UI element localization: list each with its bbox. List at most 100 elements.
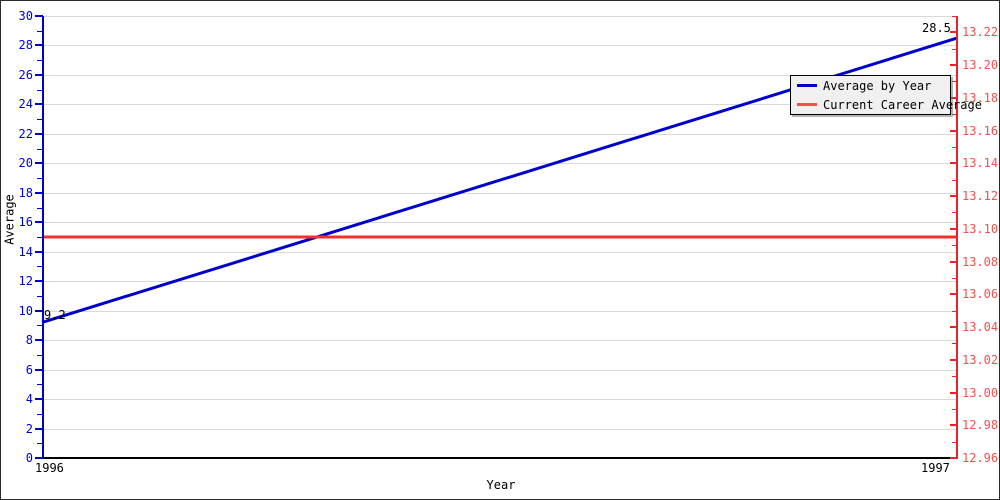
left-axis-minor-tick (37, 207, 43, 209)
gridline (42, 192, 957, 194)
legend-item-current-career-average[interactable]: Current Career Average (791, 95, 982, 114)
left-axis-tick-mark (35, 250, 43, 253)
left-axis-tick-mark (35, 457, 43, 459)
right-axis-tick-label: 13.10 (962, 221, 999, 236)
x-axis-tick-label: 1997 (921, 461, 950, 475)
gridline (42, 281, 957, 283)
left-axis-tick-label: 2 (25, 421, 33, 436)
right-axis-minor-tick (952, 114, 958, 116)
right-axis-tick-mark (950, 129, 958, 132)
left-axis-minor-tick (37, 354, 43, 356)
left-axis-tick-mark (35, 15, 43, 17)
gridline (42, 133, 957, 135)
left-axis-tick-mark (35, 103, 43, 106)
left-axis-tick-label: 0 (25, 451, 33, 465)
gridline (42, 45, 957, 47)
right-axis-tick-label: 13.20 (962, 58, 999, 73)
right-axis-minor-tick (952, 343, 958, 345)
left-axis-tick-label: 26 (18, 67, 33, 82)
data-point-label: 9.2 (44, 308, 66, 323)
right-axis-tick-mark (950, 31, 958, 34)
right-axis-tick-label: 13.06 (962, 287, 999, 302)
right-axis-minor-tick (952, 48, 958, 50)
gridline (42, 310, 957, 312)
right-axis-minor-tick (952, 408, 958, 410)
left-axis-minor-tick (37, 178, 43, 180)
legend-color-swatch-red (797, 103, 817, 106)
left-axis-minor-tick (37, 60, 43, 62)
right-axis-tick-mark (950, 457, 958, 459)
left-axis-tick-mark (35, 44, 43, 47)
right-axis-minor-tick (952, 376, 958, 378)
right-axis-tick-mark (950, 195, 958, 198)
gridline (42, 428, 957, 430)
chart-container: 30 28 26 24 22 20 18 16 14 12 10 8 6 4 2 0 13.22 13.20 13… (0, 0, 1000, 500)
left-axis-tick-mark (35, 132, 43, 135)
left-axis-tick-label: 24 (18, 97, 33, 112)
x-axis-tick-label: 1996 (35, 461, 64, 475)
left-axis-tick-label: 18 (18, 185, 33, 200)
right-axis-tick-label: 13.04 (962, 320, 999, 335)
right-axis-tick-mark (950, 162, 958, 165)
legend-item-average-by-year[interactable]: Average by Year (791, 76, 950, 95)
legend[interactable]: Average by Year Current Career Average (790, 75, 982, 115)
left-axis-tick-mark (35, 398, 43, 401)
left-axis-tick-mark (35, 427, 43, 430)
left-axis-minor-tick (37, 384, 43, 386)
x-axis-title: Year (486, 478, 516, 492)
left-axis-tick-mark (35, 280, 43, 283)
right-axis-tick-mark (950, 326, 958, 329)
gridline (42, 369, 957, 371)
legend-label-average-by-year: Average by Year (823, 78, 932, 93)
right-axis-minor-tick (952, 310, 958, 312)
right-axis-tick-mark (950, 64, 958, 67)
left-axis-tick-mark (35, 191, 43, 194)
right-axis-tick-mark (950, 358, 958, 361)
left-axis-minor-tick (37, 89, 43, 91)
right-axis-tick-label: 12.98 (962, 418, 999, 433)
left-axis-tick-label: 30 (18, 9, 33, 23)
legend-label-current-career-average: Current Career Average (823, 97, 982, 112)
right-axis-tick-label: 13.22 (962, 25, 999, 40)
left-axis-tick-mark (35, 368, 43, 371)
left-axis-minor-tick (37, 148, 43, 150)
right-axis-minor-tick (952, 81, 958, 83)
right-axis-minor-tick (952, 146, 958, 148)
left-axis-tick-mark (35, 221, 43, 224)
left-axis-tick-mark (35, 73, 43, 76)
left-axis-minor-tick (37, 295, 43, 297)
left-axis-tick-label: 4 (25, 392, 33, 407)
right-axis-tick-label: 12.96 (962, 451, 999, 465)
plot-top-edge (42, 16, 958, 17)
right-axis-tick-label: 13.08 (962, 254, 999, 269)
gridline (42, 251, 957, 253)
left-axis-tick-label: 20 (18, 156, 33, 171)
right-axis-minor-tick (952, 441, 958, 443)
left-axis-minor-tick (37, 266, 43, 268)
right-axis-minor-tick (952, 277, 958, 279)
y-axis-title: Average (2, 194, 17, 245)
left-axis-minor-tick (37, 443, 43, 445)
right-axis-tick-mark (950, 227, 958, 230)
data-point-label: 28.5 (922, 21, 951, 36)
left-axis-minor-tick (37, 237, 43, 238)
right-axis-tick-label: 13.12 (962, 189, 999, 204)
right-axis-tick-label: 13.00 (962, 385, 999, 400)
left-axis-tick-label: 16 (18, 215, 33, 230)
left-axis-minor-tick (37, 30, 43, 32)
right-axis-tick-label: 13.16 (962, 123, 999, 138)
left-axis-tick-label: 12 (18, 274, 33, 289)
left-axis-tick-mark (35, 309, 43, 312)
gridline (42, 163, 957, 165)
right-axis-tick-label: 13.02 (962, 352, 999, 367)
gridline (42, 340, 957, 342)
right-axis-minor-tick (952, 245, 958, 247)
right-axis-minor-tick (952, 212, 958, 214)
left-axis-minor-tick (37, 325, 43, 327)
legend-color-swatch-blue (797, 84, 817, 87)
left-axis-tick-label: 6 (25, 362, 33, 377)
right-axis-minor-tick (952, 179, 958, 181)
left-axis-tick-label: 8 (25, 333, 33, 348)
right-axis-tick-mark (950, 260, 958, 263)
right-axis-minor-tick (952, 16, 958, 17)
